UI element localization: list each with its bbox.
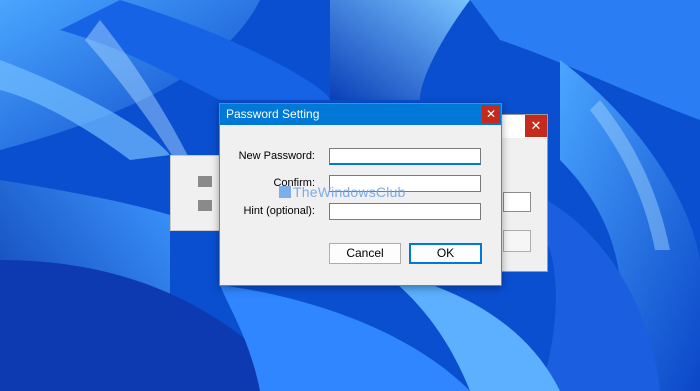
new-password-input[interactable]: [329, 148, 481, 165]
background-window-partial: [170, 155, 223, 231]
background-field: [503, 192, 531, 212]
dialog-title: Password Setting: [226, 107, 320, 121]
watermark: TheWindowsClub: [279, 184, 406, 200]
watermark-text: TheWindowsClub: [293, 184, 406, 200]
background-close-button[interactable]: ✕: [525, 115, 547, 137]
cancel-button[interactable]: Cancel: [329, 243, 401, 264]
placeholder-square: [198, 200, 212, 211]
hint-input[interactable]: [329, 203, 481, 220]
close-button[interactable]: ✕: [482, 105, 500, 123]
placeholder-square: [198, 176, 212, 187]
close-icon: ✕: [485, 107, 497, 121]
watermark-logo-icon: [279, 186, 291, 198]
background-button: [503, 230, 531, 252]
hint-label: Hint (optional):: [243, 205, 315, 217]
new-password-label: New Password:: [238, 150, 315, 162]
dialog-title-bar: Password Setting ✕: [220, 104, 501, 125]
ok-button[interactable]: OK: [409, 243, 482, 264]
